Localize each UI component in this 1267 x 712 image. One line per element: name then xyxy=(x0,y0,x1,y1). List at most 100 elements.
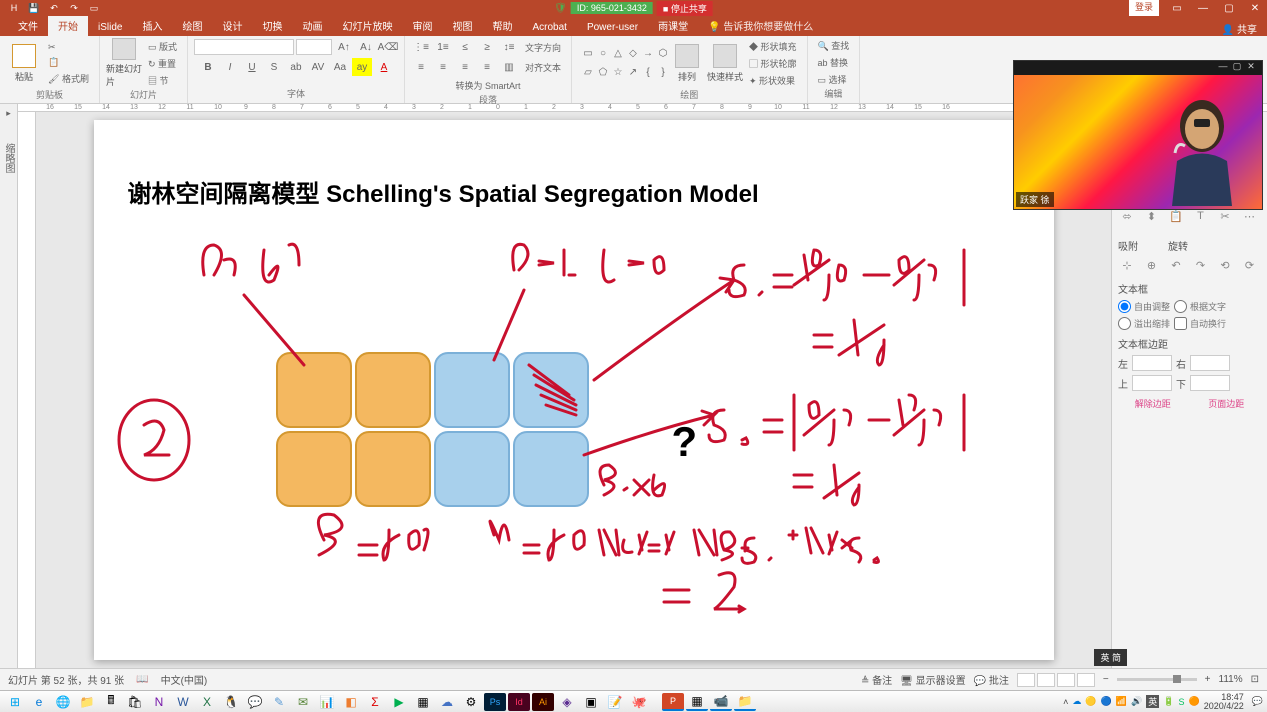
strike-button[interactable]: S xyxy=(264,58,284,76)
shape-outline-button[interactable]: ▢ 形状轮廓 xyxy=(745,56,801,71)
page-margin-link[interactable]: 页面边距 xyxy=(1208,397,1244,410)
checkbox-autowrap[interactable]: 自动换行 xyxy=(1174,317,1226,330)
shadow-button[interactable]: ab xyxy=(286,58,306,76)
zoom-running-icon[interactable]: 📹 xyxy=(710,693,732,711)
align-center-button[interactable]: ≡ xyxy=(433,58,453,76)
stop-share-button[interactable]: ■ 停止共享 xyxy=(657,1,713,16)
tell-me-search[interactable]: 💡 告诉我你想要做什么 xyxy=(698,15,823,36)
tab-yuque[interactable]: 雨课堂 xyxy=(648,15,698,36)
expand-nav-icon[interactable]: ▸ xyxy=(6,108,11,119)
replace-button[interactable]: ab 替换 xyxy=(814,55,854,70)
tray-expand-icon[interactable]: ˄ xyxy=(1063,697,1068,707)
tab-file[interactable]: 文件 xyxy=(8,15,48,36)
tab-draw[interactable]: 绘图 xyxy=(172,15,212,36)
align-left-button[interactable]: ≡ xyxy=(411,58,431,76)
align-text-button[interactable]: 对齐文本 xyxy=(521,60,565,75)
reset-button[interactable]: ↻ 重置 xyxy=(144,56,181,71)
arrange-button[interactable]: 排列 xyxy=(669,38,705,88)
illustrator-icon[interactable]: Ai xyxy=(532,693,554,711)
start-button[interactable]: ⊞ xyxy=(4,693,26,711)
font-family-select[interactable] xyxy=(194,39,294,55)
zoom-in-button[interactable]: + xyxy=(1205,674,1211,685)
explorer-icon[interactable]: 📁 xyxy=(76,693,98,711)
save-icon[interactable]: 💾 xyxy=(26,2,42,14)
spacing-button[interactable]: AV xyxy=(308,58,328,76)
rotate-l-icon[interactable]: ↶ xyxy=(1167,257,1185,273)
shapes-gallery[interactable]: ▭○△◇→⬡ ▱⬠☆↗{} xyxy=(578,45,667,82)
copy-button[interactable]: 📋 xyxy=(44,56,93,69)
webcam-overlay[interactable]: — ▢ ✕ 跃家 徐 xyxy=(1013,60,1263,210)
language-status[interactable]: 中文(中国) xyxy=(161,672,208,687)
ime-indicator[interactable]: 英 简 xyxy=(1094,649,1127,666)
login-button[interactable]: 登录 xyxy=(1129,0,1159,16)
tab-slideshow[interactable]: 幻灯片放映 xyxy=(332,15,402,36)
numbering-button[interactable]: 1≡ xyxy=(433,38,453,56)
tab-review[interactable]: 审阅 xyxy=(402,15,442,36)
comments-button[interactable]: 💬 批注 xyxy=(974,672,1009,687)
spellcheck-icon[interactable]: 📖 xyxy=(136,674,148,685)
tray-icon[interactable]: 🟠 xyxy=(1189,696,1200,707)
text-direction-button[interactable]: 文字方向 xyxy=(521,40,565,55)
radio-overflow[interactable]: 溢出缩排 xyxy=(1118,317,1170,330)
tray-icon[interactable]: S xyxy=(1179,697,1185,707)
format-painter-button[interactable]: 🖌 格式刷 xyxy=(44,71,93,86)
visualstudio-icon[interactable]: ◈ xyxy=(556,693,578,711)
copy-icon[interactable]: 📋 xyxy=(1167,208,1185,224)
webcam-min-icon[interactable]: — xyxy=(1216,61,1230,75)
bullets-button[interactable]: ⋮≡ xyxy=(411,38,431,56)
redo-icon[interactable]: ↷ xyxy=(66,2,82,14)
layout-button[interactable]: ▭ 版式 xyxy=(144,39,181,54)
app11-icon[interactable]: 📝 xyxy=(604,693,626,711)
explorer-running-icon[interactable]: 📁 xyxy=(734,693,756,711)
case-button[interactable]: Aa xyxy=(330,58,350,76)
slideshow-icon[interactable]: ▭ xyxy=(86,2,102,14)
flip-h-icon[interactable]: ⬄ xyxy=(1118,208,1136,224)
shape-effects-button[interactable]: ✦ 形状效果 xyxy=(745,73,801,88)
github-icon[interactable]: 🐙 xyxy=(628,693,650,711)
columns-button[interactable]: ▥ xyxy=(499,58,519,76)
close-icon[interactable]: ✕ xyxy=(1243,0,1267,16)
linespacing-button[interactable]: ↕≡ xyxy=(499,38,519,56)
edge-icon[interactable]: e xyxy=(28,693,50,711)
slideshow-view-button[interactable] xyxy=(1077,673,1095,687)
minimize-icon[interactable]: — xyxy=(1191,0,1215,16)
margin-left-input[interactable] xyxy=(1132,355,1172,371)
clear-format-icon[interactable]: A⌫ xyxy=(378,38,398,56)
powerpoint-running-icon[interactable]: P xyxy=(662,693,684,711)
smartart-button[interactable]: 转换为 SmartArt xyxy=(451,78,524,93)
section-button[interactable]: ▤ 节 xyxy=(144,73,181,88)
unlock-margin-link[interactable]: 解除边距 xyxy=(1135,397,1171,410)
tab-transitions[interactable]: 切换 xyxy=(252,15,292,36)
margin-top-input[interactable] xyxy=(1132,375,1172,391)
margin-right-input[interactable] xyxy=(1190,355,1230,371)
qq-icon[interactable]: 🐧 xyxy=(220,693,242,711)
app8-icon[interactable]: ☁ xyxy=(436,693,458,711)
outdent-button[interactable]: ≤ xyxy=(455,38,475,56)
select-button[interactable]: ▭ 选择 xyxy=(814,72,854,87)
slide[interactable]: 谢林空间隔离模型 Schelling's Spatial Segregation… xyxy=(94,120,1054,660)
word-icon[interactable]: W xyxy=(172,693,194,711)
slide-title[interactable]: 谢林空间隔离模型 Schelling's Spatial Segregation… xyxy=(128,174,759,209)
fit-window-button[interactable]: ⊡ xyxy=(1251,674,1259,685)
tab-insert[interactable]: 插入 xyxy=(132,15,172,36)
indent-button[interactable]: ≥ xyxy=(477,38,497,56)
undo-icon[interactable]: ↶ xyxy=(46,2,62,14)
app10-icon[interactable]: ▣ xyxy=(580,693,602,711)
photoshop-icon[interactable]: Ps xyxy=(484,693,506,711)
notifications-icon[interactable]: 💬 xyxy=(1252,696,1263,707)
app9-icon[interactable]: ⚙ xyxy=(460,693,482,711)
slide-nav-collapsed[interactable]: ▸ 缩略图 xyxy=(0,104,18,668)
tab-acrobat[interactable]: Acrobat xyxy=(522,19,576,36)
app7-icon[interactable]: ▦ xyxy=(412,693,434,711)
bold-button[interactable]: B xyxy=(198,58,218,76)
share-button[interactable]: 👤 共享 xyxy=(1222,21,1257,36)
zoom-slider[interactable] xyxy=(1117,678,1197,681)
tray-icon[interactable]: 🟡 xyxy=(1085,696,1096,707)
underline-button[interactable]: U xyxy=(242,58,262,76)
store-icon[interactable]: 🛍 xyxy=(124,693,146,711)
normal-view-button[interactable] xyxy=(1017,673,1035,687)
tray-battery-icon[interactable]: 🔋 xyxy=(1163,696,1174,707)
excel-icon[interactable]: X xyxy=(196,693,218,711)
zoom-level[interactable]: 111% xyxy=(1219,674,1243,685)
flip-v-icon[interactable]: ⬍ xyxy=(1143,208,1161,224)
